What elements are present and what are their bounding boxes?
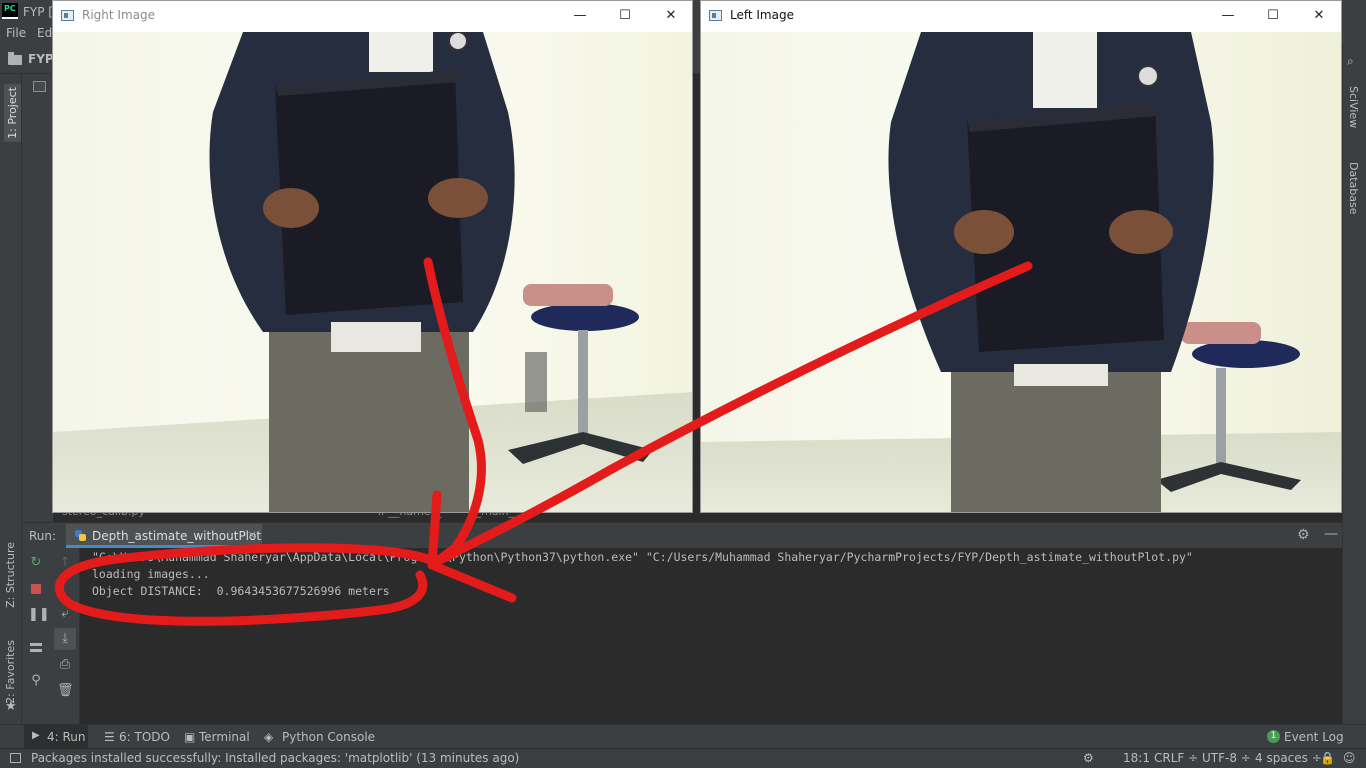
notifications-icon[interactable]: ☺ <box>1343 751 1356 765</box>
pycharm-logo-icon: PC <box>2 3 18 19</box>
run-label: Run: <box>29 529 57 543</box>
right-tool-strip <box>1342 44 1366 724</box>
close-icon[interactable]: ✕ <box>660 5 682 27</box>
right-camera-image <box>53 32 692 512</box>
status-message[interactable]: Packages installed successfully: Install… <box>31 751 519 765</box>
run-console-output[interactable]: "C:\Users\Muhammad Shaheryar\AppData\Loc… <box>80 548 1342 724</box>
maximize-icon[interactable]: ☐ <box>1262 5 1284 27</box>
tool-tab-structure[interactable]: Z: Structure <box>4 542 17 608</box>
project-breadcrumb[interactable]: FYP <box>28 52 54 66</box>
stop-icon[interactable] <box>31 584 41 594</box>
pin-icon[interactable]: ⚲ <box>28 674 44 688</box>
folder-icon <box>8 52 22 65</box>
layout-icon[interactable] <box>30 643 42 652</box>
project-panel-strip <box>23 74 53 514</box>
python-console-icon: ◈ <box>264 730 274 744</box>
console-line: Object DISTANCE: 0.9643453677526996 mete… <box>92 584 390 598</box>
print-icon[interactable]: ⎙ <box>57 658 73 672</box>
close-icon[interactable]: ✕ <box>1308 5 1330 27</box>
event-count-badge: 1 <box>1267 730 1280 743</box>
console-line: "C:\Users\Muhammad Shaheryar\AppData\Loc… <box>92 550 1193 564</box>
tool-tab-project[interactable]: 1: Project <box>4 84 21 142</box>
list-icon: ☰ <box>104 730 115 744</box>
window-app-icon <box>709 10 722 21</box>
caret-position[interactable]: 18:1 <box>1123 751 1150 765</box>
right-camera-photo <box>53 32 692 512</box>
minimize-icon[interactable]: — <box>1217 5 1239 27</box>
soft-wrap-icon[interactable]: ⤶ <box>57 607 73 621</box>
scroll-up-icon[interactable]: ↑ <box>57 556 73 570</box>
menu-file[interactable]: File <box>6 26 26 40</box>
star-icon: ★ <box>5 699 17 714</box>
line-separator[interactable]: CRLF ÷ <box>1154 751 1198 765</box>
trash-icon[interactable]: 🗑 <box>57 684 74 698</box>
inspection-icon[interactable]: ⚙ <box>1083 751 1094 765</box>
run-toolbar-primary <box>22 548 50 724</box>
indent-setting[interactable]: 4 spaces ÷ <box>1255 751 1322 765</box>
console-line: loading images... <box>92 567 210 581</box>
left-camera-photo <box>701 32 1341 512</box>
lock-icon[interactable]: 🔒 <box>1320 751 1335 765</box>
tool-tab-favorites[interactable]: 2: Favorites <box>4 640 17 704</box>
project-view-icon[interactable] <box>33 81 46 92</box>
tool-tab-run-label: 4: Run <box>47 730 86 744</box>
tool-tab-python-console[interactable]: Python Console <box>282 730 375 744</box>
tool-tab-event-log[interactable]: Event Log <box>1284 730 1344 744</box>
play-icon: ▶ <box>32 730 40 741</box>
file-encoding[interactable]: UTF-8 ÷ <box>1202 751 1251 765</box>
left-image-title: Left Image <box>730 8 794 22</box>
python-file-icon <box>75 530 86 541</box>
minimize-icon[interactable]: — <box>569 5 591 27</box>
layout-toggle-icon[interactable] <box>10 753 21 763</box>
close-tab-icon[interactable]: × <box>247 528 257 542</box>
tool-tab-sciview[interactable]: SciView <box>1347 86 1360 128</box>
left-image-window[interactable]: Left Image — ☐ ✕ <box>700 0 1342 513</box>
window-app-icon <box>61 10 74 21</box>
left-camera-image <box>701 32 1341 512</box>
tool-tab-todo[interactable]: 6: TODO <box>119 730 170 744</box>
gear-icon[interactable]: ⚙ <box>1297 527 1310 543</box>
right-image-title: Right Image <box>82 8 155 22</box>
right-image-titlebar[interactable]: Right Image — ☐ ✕ <box>53 1 692 31</box>
terminal-icon: ▣ <box>184 730 196 744</box>
search-icon[interactable]: ⌕ <box>1347 54 1354 69</box>
scroll-to-end-icon: ⤓ <box>62 631 68 646</box>
tool-tab-terminal[interactable]: Terminal <box>199 730 250 744</box>
tool-tab-database[interactable]: Database <box>1347 162 1360 215</box>
hide-panel-icon[interactable]: — <box>1324 526 1338 542</box>
left-tool-strip <box>0 74 22 724</box>
run-config-tab-label: Depth_astimate_withoutPlot <box>92 529 262 543</box>
screen: PC FYP [ File Edi FYP 1: Project Z: Stru… <box>0 0 1366 768</box>
right-image-window[interactable]: Right Image — ☐ ✕ <box>52 0 693 513</box>
left-image-titlebar[interactable]: Left Image — ☐ ✕ <box>701 1 1341 31</box>
pause-icon[interactable]: ❚❚ <box>28 608 50 622</box>
ide-window-title: FYP [ <box>23 5 53 19</box>
rerun-icon[interactable]: ↻ <box>28 556 44 570</box>
maximize-icon[interactable]: ☐ <box>614 5 636 27</box>
